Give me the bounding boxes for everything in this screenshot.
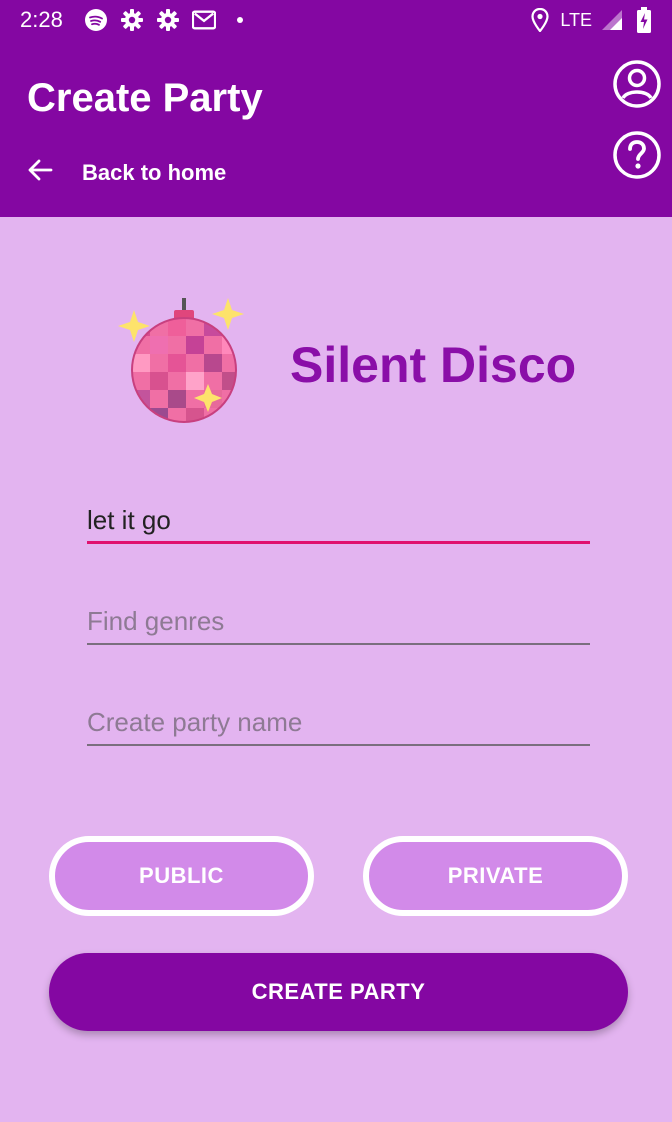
status-time: 2:28 bbox=[20, 7, 63, 32]
song-search-input[interactable] bbox=[87, 500, 590, 540]
spotify-icon bbox=[84, 8, 108, 32]
party-name-field[interactable] bbox=[87, 702, 590, 746]
genres-input[interactable] bbox=[87, 601, 590, 641]
party-name-underline bbox=[87, 744, 590, 746]
settings-icon bbox=[120, 8, 144, 32]
disco-ball-icon bbox=[118, 298, 244, 423]
party-name-input[interactable] bbox=[87, 702, 590, 742]
battery-charging-icon bbox=[632, 7, 656, 33]
status-bar: 2:28 LTE bbox=[0, 0, 672, 42]
create-party-button[interactable]: CREATE PARTY bbox=[49, 953, 628, 1031]
notification-icons bbox=[84, 8, 252, 32]
dot-icon bbox=[228, 8, 252, 32]
help-button[interactable] bbox=[612, 130, 662, 180]
signal-icon bbox=[600, 8, 624, 32]
back-to-home-label: Back to home bbox=[82, 159, 227, 185]
profile-button[interactable] bbox=[612, 59, 662, 109]
page-title: Create Party bbox=[27, 76, 263, 120]
genres-field[interactable] bbox=[87, 601, 590, 645]
app-name: Silent Disco bbox=[290, 337, 577, 393]
back-to-home-link[interactable]: Back to home bbox=[26, 156, 226, 189]
gmail-icon bbox=[192, 8, 216, 32]
genres-underline bbox=[87, 643, 590, 645]
app-header: Create Party Back to home bbox=[0, 42, 672, 217]
arrow-back-icon bbox=[26, 156, 54, 189]
settings-icon bbox=[156, 8, 180, 32]
song-search-field[interactable] bbox=[87, 500, 590, 544]
private-button[interactable]: PRIVATE bbox=[363, 836, 628, 916]
app-logo: Silent Disco bbox=[110, 292, 576, 432]
account-circle-icon bbox=[613, 60, 661, 108]
help-circle-icon bbox=[613, 131, 661, 179]
system-icons: LTE bbox=[528, 7, 656, 33]
public-button[interactable]: PUBLIC bbox=[49, 836, 314, 916]
song-search-underline bbox=[87, 541, 590, 544]
network-type: LTE bbox=[560, 9, 592, 30]
location-icon bbox=[528, 8, 552, 32]
